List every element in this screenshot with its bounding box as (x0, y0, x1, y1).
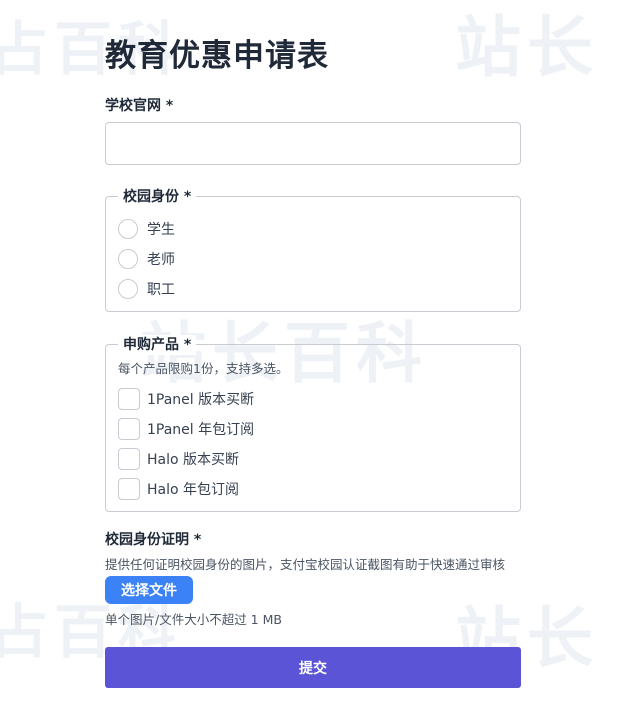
option-label: 职工 (147, 282, 175, 298)
radio-button[interactable] (118, 219, 138, 239)
identity-option-staff[interactable]: 职工 (118, 277, 175, 301)
products-legend: 申购产品 * (118, 335, 197, 355)
radio-button[interactable] (118, 249, 138, 269)
proof-hint: 提供任何证明校园身份的图片，支付宝校园认证截图有助于快速通过审核 (105, 557, 506, 572)
identity-legend: 校园身份 * (118, 187, 197, 207)
checkbox[interactable] (118, 478, 140, 500)
page-title: 教育优惠申请表 (105, 38, 329, 74)
product-option-1panel-perpetual[interactable]: 1Panel 版本买断 (118, 387, 254, 411)
proof-label: 校园身份证明 * (105, 532, 202, 548)
identity-option-teacher[interactable]: 老师 (118, 247, 175, 271)
watermark-text: 站长 (455, 9, 599, 86)
radio-button[interactable] (118, 279, 138, 299)
website-label: 学校官网 * (105, 98, 174, 114)
checkbox[interactable] (118, 388, 140, 410)
option-label: Halo 年包订阅 (147, 482, 240, 498)
product-option-halo-perpetual[interactable]: Halo 版本买断 (118, 447, 239, 471)
identity-fieldset: 校园身份 * 学生 老师 职工 (105, 187, 521, 312)
submit-button[interactable]: 提交 (105, 647, 521, 688)
option-label: 老师 (147, 252, 175, 268)
product-option-1panel-annual[interactable]: 1Panel 年包订阅 (118, 417, 254, 441)
school-website-input[interactable] (105, 122, 521, 165)
option-label: 学生 (147, 222, 175, 238)
product-option-halo-annual[interactable]: Halo 年包订阅 (118, 477, 239, 501)
identity-option-student[interactable]: 学生 (118, 217, 175, 241)
products-fieldset: 申购产品 * 每个产品限购1份，支持多选。 1Panel 版本买断 1Panel… (105, 335, 521, 512)
option-label: 1Panel 年包订阅 (147, 422, 255, 438)
option-label: 1Panel 版本买断 (147, 392, 255, 408)
products-hint: 每个产品限购1份，支持多选。 (118, 361, 289, 376)
choose-file-button[interactable]: 选择文件 (105, 576, 193, 604)
option-label: Halo 版本买断 (147, 452, 240, 468)
file-size-note: 单个图片/文件大小不超过 1 MB (105, 612, 282, 627)
checkbox[interactable] (118, 418, 140, 440)
checkbox[interactable] (118, 448, 140, 470)
